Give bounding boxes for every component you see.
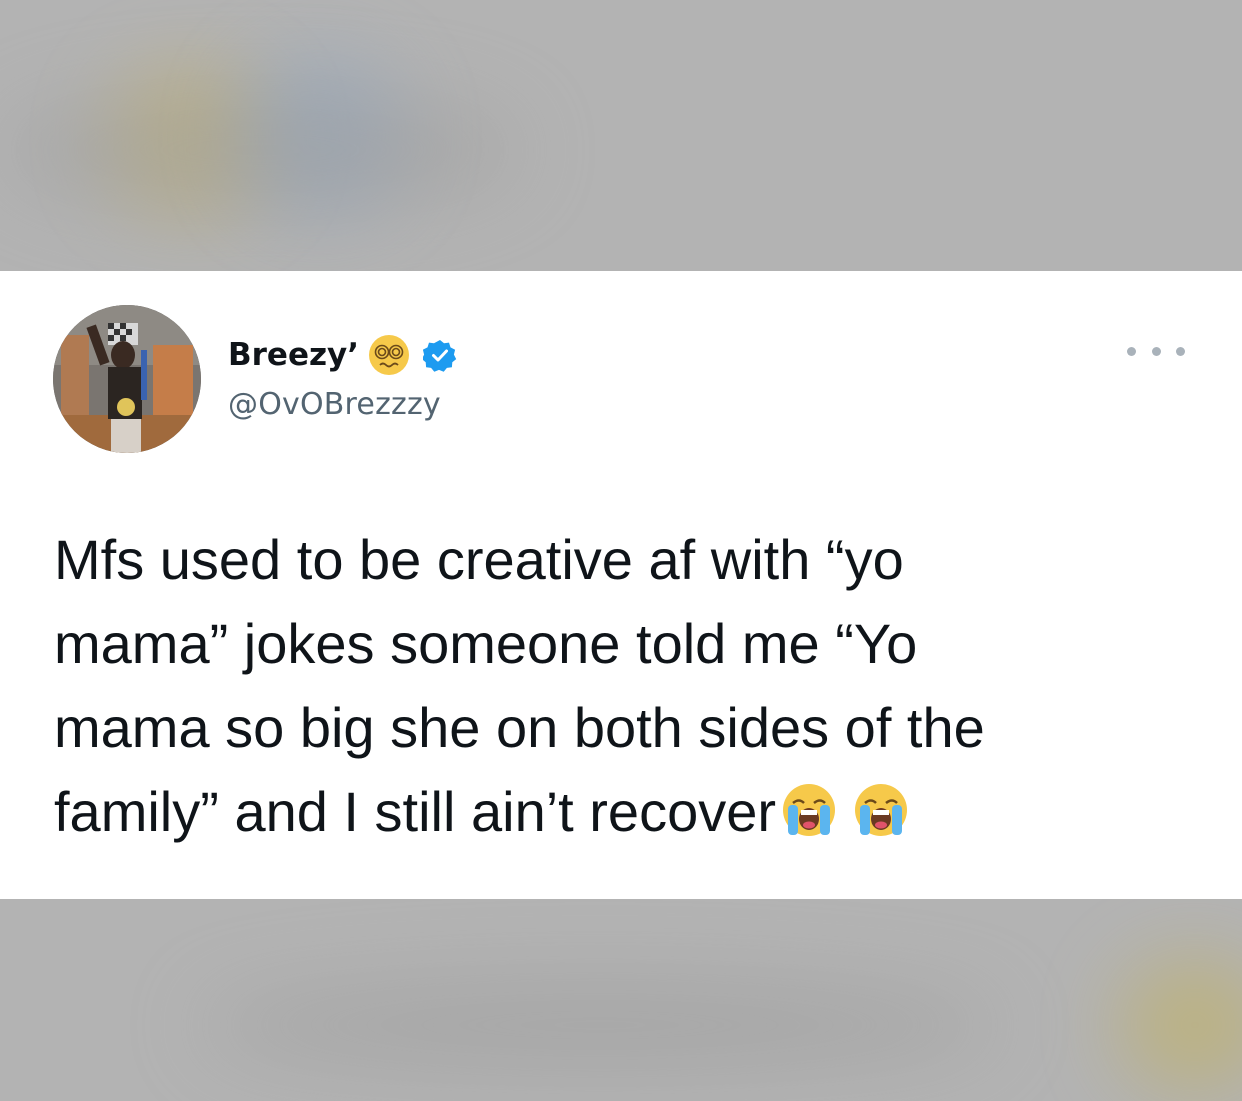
loudly-crying-face-emoji-icon <box>783 784 836 836</box>
tweet-card: Breezy’ @OvOBrezzzy Mfs used to be creat… <box>0 271 1242 899</box>
avatar[interactable] <box>53 305 201 453</box>
dot-icon <box>1176 346 1185 356</box>
more-options-button[interactable] <box>1127 341 1185 361</box>
verified-badge-icon <box>423 340 457 372</box>
dizzy-face-emoji-icon <box>369 335 409 375</box>
dot-icon <box>1127 346 1136 356</box>
tweet-text-content: Mfs used to be creative af with “yo mama… <box>54 528 985 843</box>
tweet-text: Mfs used to be creative af with “yo mama… <box>54 518 1194 854</box>
loudly-crying-face-emoji-icon <box>855 784 908 836</box>
user-handle[interactable]: @OvOBrezzzy <box>228 387 441 422</box>
display-name[interactable]: Breezy’ <box>228 337 359 373</box>
dot-icon <box>1151 346 1161 356</box>
